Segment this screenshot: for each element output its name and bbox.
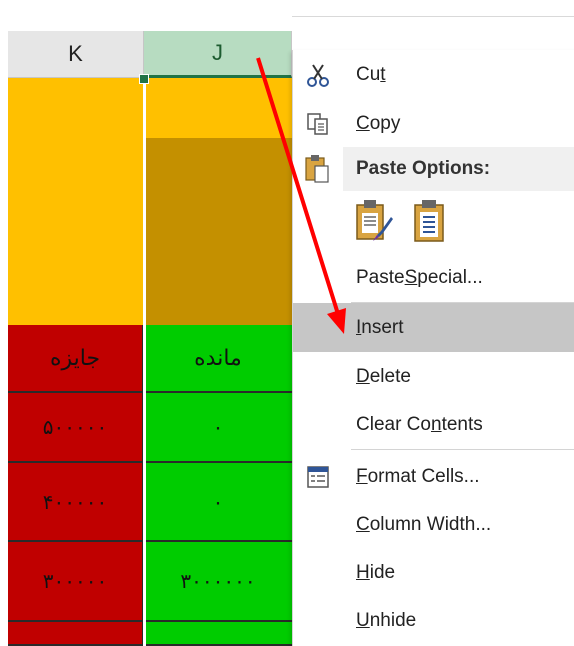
cell-value: ۰ xyxy=(212,489,224,514)
table-cell[interactable]: ۵۰۰۰۰۰ xyxy=(8,393,144,463)
menu-label-copy: Copy xyxy=(356,112,401,134)
column-header-j[interactable]: J xyxy=(144,31,292,78)
menu-top-bar xyxy=(292,0,574,17)
cell-j-top-yellow[interactable] xyxy=(144,78,292,138)
menu-label-hide: Hide xyxy=(356,561,396,583)
menu-label-unhide: Unhide xyxy=(356,609,417,631)
table-cell[interactable] xyxy=(8,622,144,646)
copy-icon xyxy=(305,111,331,137)
menu-item-delete[interactable]: Delete xyxy=(293,352,574,401)
menu-item-column-width[interactable]: Column Width... xyxy=(293,500,574,549)
cell-j-balance-label: مانده xyxy=(194,345,242,371)
scissors-icon xyxy=(305,62,331,88)
table-cell[interactable]: ۳۰۰۰۰۰ xyxy=(8,542,144,622)
table-cell[interactable]: ۴۰۰۰۰۰ xyxy=(8,463,144,542)
cell-value: ۳۰۰۰۰۰۰ xyxy=(180,569,256,593)
cell-value: ۴۰۰۰۰۰ xyxy=(42,489,108,514)
menu-label-paste-special: Paste Special... xyxy=(356,266,483,288)
paste-options-group xyxy=(351,197,471,249)
menu-item-clear-contents[interactable]: Clear Co n tents xyxy=(293,400,574,449)
cell-k-top-yellow[interactable] xyxy=(8,78,144,325)
cell-value: ۰ xyxy=(212,415,224,439)
selection-handle[interactable] xyxy=(139,74,149,84)
menu-item-copy[interactable]: Copy xyxy=(293,99,574,148)
table-cell[interactable] xyxy=(144,622,292,646)
cell-k-prize-label: جایزه xyxy=(49,345,101,371)
menu-item-hide[interactable]: Hide xyxy=(293,548,574,597)
paste-options-label: Paste Options: xyxy=(356,158,491,179)
menu-item-unhide[interactable]: Unhide xyxy=(293,596,574,645)
spreadsheet-screenshot: K J جایزه مانده ۵۰۰۰۰۰ ۰ ۴۰۰۰۰۰ ۰ ۳۰۰۰۰۰… xyxy=(0,0,574,646)
format-cells-icon xyxy=(305,464,331,490)
table-cell[interactable]: ۰ xyxy=(144,393,292,463)
cell-j-balance-header[interactable]: مانده xyxy=(144,325,292,393)
menu-label-delete: Delete xyxy=(356,365,411,387)
clipboard-icon xyxy=(303,154,331,184)
menu-separator xyxy=(351,449,574,450)
menu-item-cut[interactable]: Cu t xyxy=(293,50,574,99)
table-cell[interactable]: ۰ xyxy=(144,463,292,542)
menu-label-clear-contents: Clear Co n tents xyxy=(356,413,483,435)
selection-border xyxy=(143,78,146,646)
menu-label-format-cells: Format Cells... xyxy=(356,465,480,487)
cell-k-prize-header[interactable]: جایزه xyxy=(8,325,144,393)
cell-j-top-darkyellow[interactable] xyxy=(144,138,292,325)
menu-label-cut: Cu t xyxy=(356,63,386,85)
paste-values-icon[interactable] xyxy=(409,197,453,245)
table-cell[interactable]: ۳۰۰۰۰۰۰ xyxy=(144,542,292,622)
menu-label-insert: Insert xyxy=(356,316,404,338)
cell-value: ۵۰۰۰۰۰ xyxy=(42,415,108,439)
menu-label-column-width: Column Width... xyxy=(356,513,492,535)
column-header-j-label: J xyxy=(212,40,223,65)
paste-options-header: Paste Options: xyxy=(343,147,574,191)
column-header-k-label: K xyxy=(68,41,83,66)
menu-item-paste-special[interactable]: Paste Special... xyxy=(293,253,574,302)
menu-item-format-cells[interactable]: Format Cells... xyxy=(293,452,574,501)
column-header-k[interactable]: K xyxy=(8,31,144,78)
context-menu: Cu t Copy Paste Options: Paste S pecial.… xyxy=(292,50,574,646)
menu-item-insert[interactable]: Insert xyxy=(293,303,574,352)
paste-formatting-icon[interactable] xyxy=(353,197,397,245)
cell-value: ۳۰۰۰۰۰ xyxy=(42,569,108,593)
